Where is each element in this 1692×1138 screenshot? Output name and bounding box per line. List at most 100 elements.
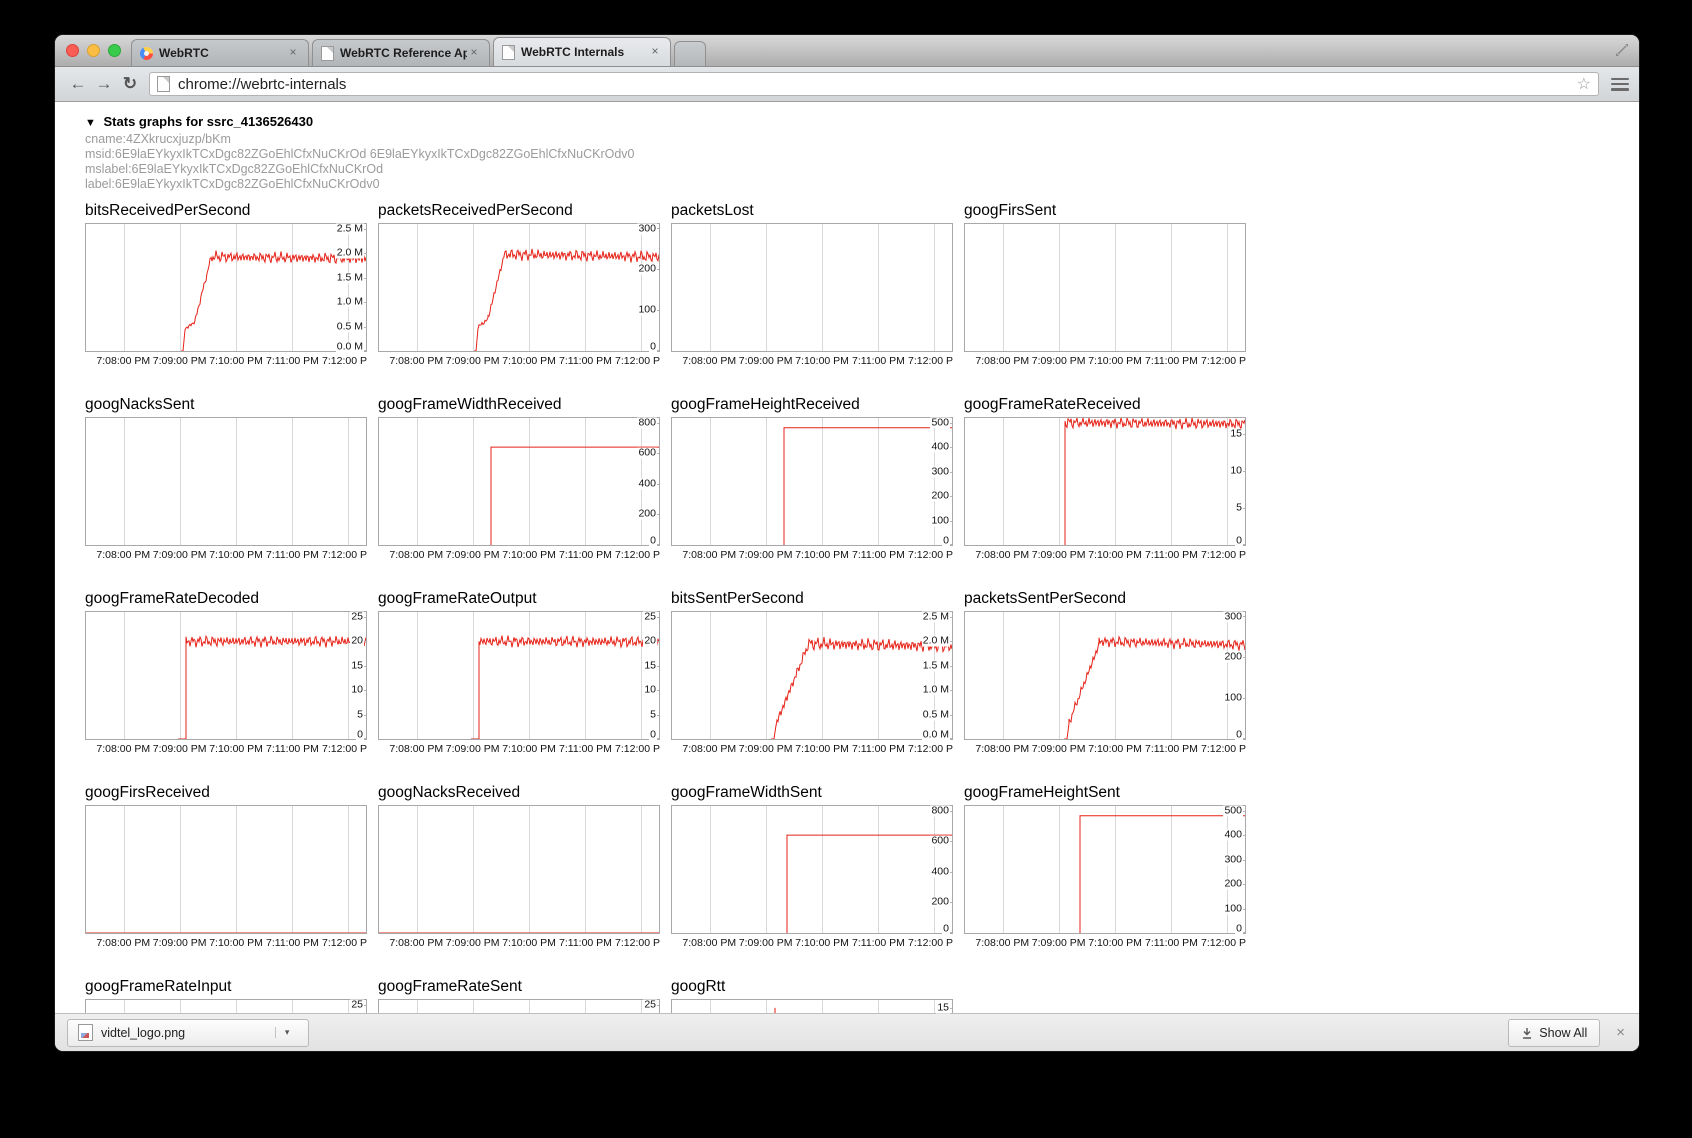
x-tick-label: 7:11:00 PM xyxy=(852,355,905,367)
tab-webrtc-internals[interactable]: WebRTC Internals × xyxy=(493,37,671,66)
y-tick-label: 200 xyxy=(637,509,657,520)
x-tick-label: 7:08:00 PM xyxy=(389,355,443,367)
url-bar[interactable]: chrome://webrtc-internals ☆ xyxy=(149,72,1599,96)
y-tick-label: 5 xyxy=(356,709,364,720)
x-tick-label: 7:10:00 PM xyxy=(209,549,263,561)
y-tick-label: 0 xyxy=(356,730,364,741)
tab-close-icon[interactable]: × xyxy=(648,45,662,59)
x-tick-label: 7:09:00 PM xyxy=(1032,743,1086,755)
chart-title: googRtt xyxy=(671,978,964,996)
chart-canvas: 2.5 M2.0 M1.5 M1.0 M0.5 M0.0 M xyxy=(85,223,367,352)
meta-mslabel: mslabel:6E9laEYkyxIkTCxDgc82ZGoEhlCfxNuC… xyxy=(85,162,1639,177)
x-tick-label: 7:08:00 PM xyxy=(389,743,443,755)
downloads-close-icon[interactable]: × xyxy=(1614,1024,1627,1041)
x-tick-label: 7:10:00 PM xyxy=(795,549,849,561)
x-tick-label: 7:11:00 PM xyxy=(266,743,319,755)
download-file-chip[interactable]: vidtel_logo.png ▾ xyxy=(67,1019,309,1047)
image-file-icon xyxy=(78,1024,93,1041)
y-tick-label: 600 xyxy=(930,836,950,847)
stats-header: ▼ Stats graphs for ssrc_4136526430 xyxy=(85,114,1639,129)
x-tick-label: 7:10:00 PM xyxy=(209,743,263,755)
tab-webrtc[interactable]: WebRTC × xyxy=(131,39,309,66)
forward-button[interactable]: → xyxy=(91,72,117,96)
y-tick-label: 2.5 M xyxy=(336,224,364,235)
gridline xyxy=(348,418,349,545)
minimize-window-button[interactable] xyxy=(87,44,100,57)
zoom-window-button[interactable] xyxy=(108,44,121,57)
x-tick-label: 7:11:00 PM xyxy=(1145,937,1198,949)
gridline xyxy=(1115,224,1116,351)
url-text[interactable]: chrome://webrtc-internals xyxy=(178,76,1577,93)
data-line xyxy=(379,418,659,545)
x-axis-labels: 7:08:00 PM7:09:00 PM7:10:00 PM7:11:00 PM… xyxy=(964,549,1246,563)
close-window-button[interactable] xyxy=(66,44,79,57)
chart-cell: packetsReceivedPerSecond30020010007:08:0… xyxy=(378,202,671,369)
chart-canvas: 2520151050 xyxy=(378,611,660,740)
x-tick-label: 7:12:00 PM xyxy=(615,937,660,949)
tab-close-icon[interactable]: × xyxy=(467,46,481,60)
y-tick-label: 100 xyxy=(637,305,657,316)
chart-title: googNacksSent xyxy=(85,396,378,414)
x-tick-label: 7:08:00 PM xyxy=(96,549,150,561)
x-tick-label: 7:08:00 PM xyxy=(682,355,736,367)
chart-canvas: 3002001000 xyxy=(378,223,660,352)
chart-cell: googNacksSent7:08:00 PM7:09:00 PM7:10:00… xyxy=(85,396,378,563)
download-arrow-icon xyxy=(1521,1027,1533,1039)
bookmark-star-icon[interactable]: ☆ xyxy=(1577,74,1591,94)
x-tick-label: 7:12:00 PM xyxy=(908,937,953,949)
x-tick-label: 7:11:00 PM xyxy=(1145,355,1198,367)
x-tick-label: 7:10:00 PM xyxy=(209,937,263,949)
gridline xyxy=(822,224,823,351)
x-tick-label: 7:09:00 PM xyxy=(739,549,793,561)
y-tick-label: 500 xyxy=(930,418,950,429)
x-axis-labels: 7:08:00 PM7:09:00 PM7:10:00 PM7:11:00 PM… xyxy=(85,355,367,369)
y-tick-label: 0.5 M xyxy=(922,709,950,720)
x-tick-label: 7:08:00 PM xyxy=(389,549,443,561)
gridline xyxy=(1003,224,1004,351)
x-axis-labels: 7:08:00 PM7:09:00 PM7:10:00 PM7:11:00 PM… xyxy=(378,743,660,757)
y-tick-label: 0 xyxy=(942,924,950,935)
tab-webrtc-reference-app[interactable]: WebRTC Reference App × xyxy=(312,39,490,66)
reload-button[interactable]: ↻ xyxy=(117,72,143,96)
window-resize-icon[interactable] xyxy=(1615,43,1629,57)
y-tick-label: 100 xyxy=(930,515,950,526)
x-tick-label: 7:09:00 PM xyxy=(153,355,207,367)
y-tick-label: 0 xyxy=(1235,536,1243,547)
y-tick-label: 25 xyxy=(350,1000,364,1011)
chart-title: packetsSentPerSecond xyxy=(964,590,1257,608)
y-tick-label: 400 xyxy=(1223,830,1243,841)
y-tick-label: 1.0 M xyxy=(336,297,364,308)
new-tab-button[interactable] xyxy=(674,41,706,66)
x-tick-label: 7:12:00 PM xyxy=(1201,549,1246,561)
chart-canvas xyxy=(378,805,660,934)
x-tick-label: 7:12:00 PM xyxy=(615,549,660,561)
show-all-button[interactable]: Show All xyxy=(1508,1019,1600,1047)
y-tick-label: 5 xyxy=(649,709,657,720)
browser-window: WebRTC × WebRTC Reference App × WebRTC I… xyxy=(55,35,1639,1051)
x-tick-label: 7:12:00 PM xyxy=(322,355,367,367)
x-tick-label: 7:10:00 PM xyxy=(1088,743,1142,755)
x-tick-label: 7:11:00 PM xyxy=(852,743,905,755)
downloads-bar-controls: Show All × xyxy=(1508,1019,1627,1047)
data-line xyxy=(379,612,659,739)
y-tick-label: 15 xyxy=(1229,429,1243,440)
y-tick-label: 400 xyxy=(930,866,950,877)
chevron-down-icon[interactable]: ▾ xyxy=(275,1027,298,1038)
chart-canvas: 3002001000 xyxy=(964,611,1246,740)
y-tick-label: 2.5 M xyxy=(922,612,950,623)
tab-close-icon[interactable]: × xyxy=(286,46,300,60)
back-button[interactable]: ← xyxy=(65,72,91,96)
webrtc-logo-icon xyxy=(140,47,153,60)
y-tick-label: 300 xyxy=(930,466,950,477)
data-line xyxy=(86,806,366,933)
x-tick-label: 7:08:00 PM xyxy=(96,937,150,949)
collapse-triangle-icon[interactable]: ▼ xyxy=(85,117,96,129)
x-tick-label: 7:09:00 PM xyxy=(446,355,500,367)
data-line xyxy=(672,418,952,545)
x-tick-label: 7:09:00 PM xyxy=(1032,549,1086,561)
chart-canvas: 5004003002001000 xyxy=(964,805,1246,934)
x-tick-label: 7:08:00 PM xyxy=(975,743,1029,755)
y-tick-label: 0.0 M xyxy=(336,342,364,353)
menu-icon[interactable] xyxy=(1611,78,1629,91)
x-tick-label: 7:09:00 PM xyxy=(1032,355,1086,367)
